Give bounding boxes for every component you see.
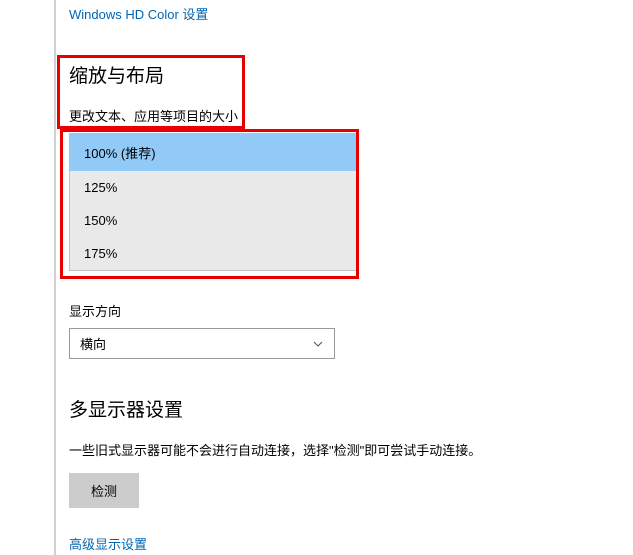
orientation-value: 横向 bbox=[80, 334, 106, 353]
scale-option-175[interactable]: 175% bbox=[70, 237, 358, 270]
scale-dropdown[interactable]: 100% (推荐) 125% 150% 175% bbox=[69, 133, 359, 271]
scale-option-100[interactable]: 100% (推荐) bbox=[70, 134, 358, 171]
scale-option-125[interactable]: 125% bbox=[70, 171, 358, 204]
hd-color-settings-link[interactable]: Windows HD Color 设置 bbox=[69, 4, 208, 23]
multi-monitor-section: 多显示器设置 一些旧式显示器可能不会进行自动连接，选择"检测"即可尝试手动连接。… bbox=[69, 395, 633, 534]
detect-button[interactable]: 检测 bbox=[69, 473, 139, 508]
scale-layout-section: 缩放与布局 更改文本、应用等项目的大小 100% (推荐) 125% 150% … bbox=[69, 61, 633, 271]
orientation-section: 显示方向 横向 bbox=[69, 301, 633, 359]
scale-option-150[interactable]: 150% bbox=[70, 204, 358, 237]
advanced-display-link[interactable]: 高级显示设置 bbox=[69, 534, 147, 553]
chevron-down-icon bbox=[312, 338, 324, 350]
scale-layout-title: 缩放与布局 bbox=[69, 61, 633, 88]
multi-monitor-title: 多显示器设置 bbox=[69, 395, 633, 422]
scale-label: 更改文本、应用等项目的大小 bbox=[69, 106, 633, 125]
orientation-label: 显示方向 bbox=[69, 301, 633, 320]
orientation-dropdown[interactable]: 横向 bbox=[69, 328, 335, 359]
multi-monitor-desc: 一些旧式显示器可能不会进行自动连接，选择"检测"即可尝试手动连接。 bbox=[69, 440, 633, 459]
